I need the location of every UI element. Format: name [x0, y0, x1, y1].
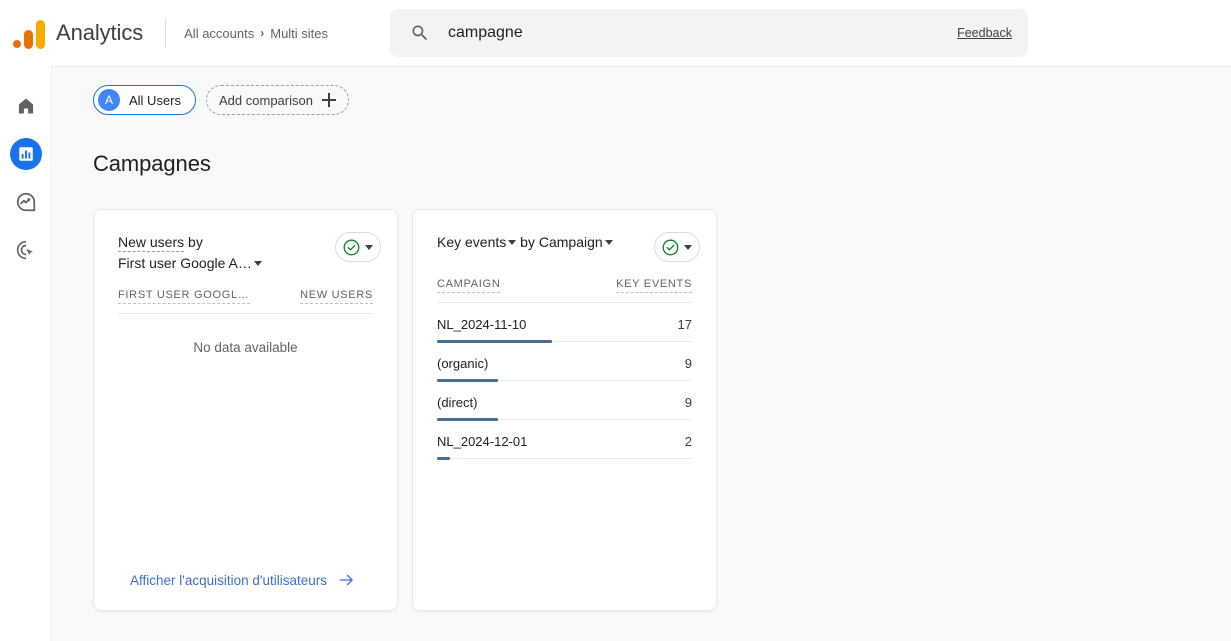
sidebar-item-reports[interactable] [0, 130, 52, 178]
main-content: A All Users Add comparison Campagnes New… [53, 66, 1231, 641]
chevron-down-icon[interactable] [604, 240, 613, 246]
card-status-menu[interactable] [335, 232, 381, 262]
card-metric-label[interactable]: Key events [437, 234, 506, 250]
search-input[interactable]: campagne [448, 23, 957, 43]
left-nav-rail [0, 66, 52, 641]
card-title[interactable]: Key events by Campaign [437, 232, 613, 252]
column-header-metric[interactable]: KEY EVENTS [616, 278, 692, 293]
empty-state-message: No data available [193, 340, 298, 355]
card-column-headers: CAMPAIGN KEY EVENTS [413, 262, 716, 293]
row-bar-track [437, 379, 692, 382]
all-users-chip[interactable]: A All Users [93, 85, 197, 115]
card-by-label: by [520, 234, 535, 250]
row-label: NL_2024-11-10 [437, 317, 527, 332]
card-header: Key events by Campaign [413, 210, 716, 262]
row-value: 9 [684, 395, 692, 410]
plus-icon [321, 93, 336, 107]
row-label: (organic) [437, 356, 489, 371]
card-footer: Afficher l'acquisition d'utilisateurs [94, 550, 397, 610]
advertising-target-icon [16, 240, 33, 260]
card-dimension-label[interactable]: Campaign [539, 234, 603, 250]
table-row[interactable]: NL_2024-12-01 2 [437, 420, 692, 460]
header-divider [165, 18, 167, 48]
arrow-right-icon [339, 574, 353, 586]
column-header-dimension[interactable]: CAMPAIGN [437, 278, 501, 293]
key-events-row-list: NL_2024-11-10 17 (organic) 9 (direct) 9 NL_202… [413, 303, 716, 460]
top-bar: Analytics All accounts › Multi sites cam… [0, 0, 1231, 66]
cards-container: New users by First user Google A… FIRST … [93, 209, 1231, 611]
footer-link-label: Afficher l'acquisition d'utilisateurs [130, 572, 328, 588]
all-users-label: All Users [129, 92, 182, 108]
key-events-card: Key events by Campaign CAMPAIGN KEY EVEN… [412, 209, 717, 611]
sidebar-item-advertising[interactable] [0, 226, 52, 274]
row-bar-track [437, 418, 692, 421]
view-user-acquisition-link[interactable]: Afficher l'acquisition d'utilisateurs [130, 573, 355, 588]
row-label: NL_2024-12-01 [437, 434, 528, 449]
row-bar-fill [437, 340, 552, 343]
search-icon [412, 25, 428, 41]
row-label: (direct) [437, 395, 478, 410]
add-comparison-button[interactable]: Add comparison [206, 85, 349, 115]
analytics-logo-icon [12, 19, 46, 49]
breadcrumb[interactable]: All accounts › Multi sites [184, 26, 328, 41]
card-status-menu[interactable] [654, 232, 700, 262]
explore-icon [16, 192, 36, 212]
table-row[interactable]: NL_2024-11-10 17 [437, 303, 692, 343]
row-value: 17 [677, 317, 692, 332]
row-bar-fill [437, 418, 499, 421]
card-column-headers: FIRST USER GOOGL… NEW USERS [94, 273, 397, 304]
chevron-down-icon[interactable] [684, 244, 692, 250]
row-value: 9 [684, 356, 692, 371]
bar-chart-icon [19, 147, 33, 161]
row-value: 2 [684, 434, 692, 449]
breadcrumb-current[interactable]: Multi sites [270, 26, 328, 41]
add-comparison-label: Add comparison [219, 92, 313, 108]
row-bar-track [437, 457, 692, 460]
new-users-card: New users by First user Google A… FIRST … [93, 209, 398, 611]
chevron-down-icon[interactable] [508, 240, 517, 246]
chevron-down-icon[interactable] [365, 244, 373, 250]
chevron-down-icon[interactable] [253, 261, 262, 267]
avatar: A [98, 89, 120, 111]
home-icon [18, 98, 34, 114]
column-header-metric[interactable]: NEW USERS [300, 289, 373, 304]
row-bar-fill [437, 457, 450, 460]
card-dimension-label[interactable]: First user Google A… [118, 255, 252, 271]
header-rule [118, 313, 373, 314]
chevron-right-icon: › [260, 26, 265, 40]
sidebar-item-home[interactable] [0, 82, 52, 130]
card-metric-label[interactable]: New users [118, 234, 185, 252]
search-bar[interactable]: campagne Feedback [390, 9, 1028, 57]
card-by-label: by [188, 234, 203, 250]
card-title[interactable]: New users by First user Google A… [118, 232, 262, 273]
table-row[interactable]: (direct) 9 [437, 381, 692, 421]
card-header: New users by First user Google A… [94, 210, 397, 273]
breadcrumb-root[interactable]: All accounts [184, 26, 254, 41]
brand[interactable]: Analytics [0, 0, 143, 66]
page-title: Campagnes [93, 151, 211, 176]
row-bar-fill [437, 379, 499, 382]
table-row[interactable]: (organic) 9 [437, 342, 692, 382]
check-circle-icon [662, 239, 679, 255]
check-circle-icon [343, 239, 360, 255]
row-bar-track [437, 340, 692, 343]
feedback-link[interactable]: Feedback [957, 26, 1012, 40]
column-header-dimension[interactable]: FIRST USER GOOGL… [118, 289, 250, 304]
comparison-bar: A All Users Add comparison [93, 67, 1231, 115]
sidebar-item-explore[interactable] [0, 178, 52, 226]
brand-name: Analytics [56, 20, 144, 45]
